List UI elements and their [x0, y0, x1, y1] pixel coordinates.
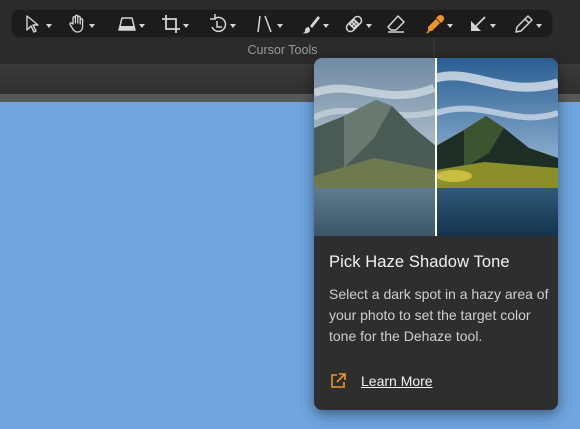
bandage-icon [345, 15, 363, 32]
pan-tool[interactable] [62, 9, 95, 38]
brush-tool[interactable] [296, 9, 329, 38]
crop-tool[interactable] [156, 9, 189, 38]
annotate-tool[interactable] [509, 9, 542, 38]
gradient-tool[interactable] [463, 9, 496, 38]
tool-info-popover: Pick Haze Shadow Tone Select a dark spot… [314, 58, 558, 410]
external-link-icon [331, 373, 346, 388]
eraser-tool[interactable] [383, 9, 409, 38]
healing-tool[interactable] [339, 9, 372, 38]
arrow-pointer-icon [26, 14, 39, 33]
eraser-icon [387, 14, 405, 33]
cursor-toolbar [11, 9, 553, 38]
straighten-tool[interactable] [250, 9, 283, 38]
perspective-tool[interactable] [112, 9, 145, 38]
brush-icon [302, 15, 320, 33]
hand-icon [69, 14, 84, 33]
popover-title: Pick Haze Shadow Tone [329, 253, 510, 271]
straighten-icon [257, 15, 272, 32]
pencil-icon [515, 14, 533, 33]
learn-more-label[interactable]: Learn More [361, 373, 433, 389]
learn-more-link[interactable]: Learn More [329, 372, 433, 390]
eyedropper-icon [426, 14, 445, 34]
pick-haze-tool[interactable] [420, 9, 453, 38]
popover-description: Select a dark spot in a hazy area of you… [329, 286, 549, 344]
rotate-tool[interactable] [203, 9, 236, 38]
crop-icon [162, 14, 180, 33]
select-tool[interactable] [19, 9, 52, 38]
trapezoid-icon [118, 16, 136, 31]
before-after-preview [314, 58, 558, 236]
rotate-icon [210, 13, 227, 32]
gradient-arrow-icon [471, 15, 486, 31]
toolbar-caption: Cursor Tools [247, 43, 318, 57]
